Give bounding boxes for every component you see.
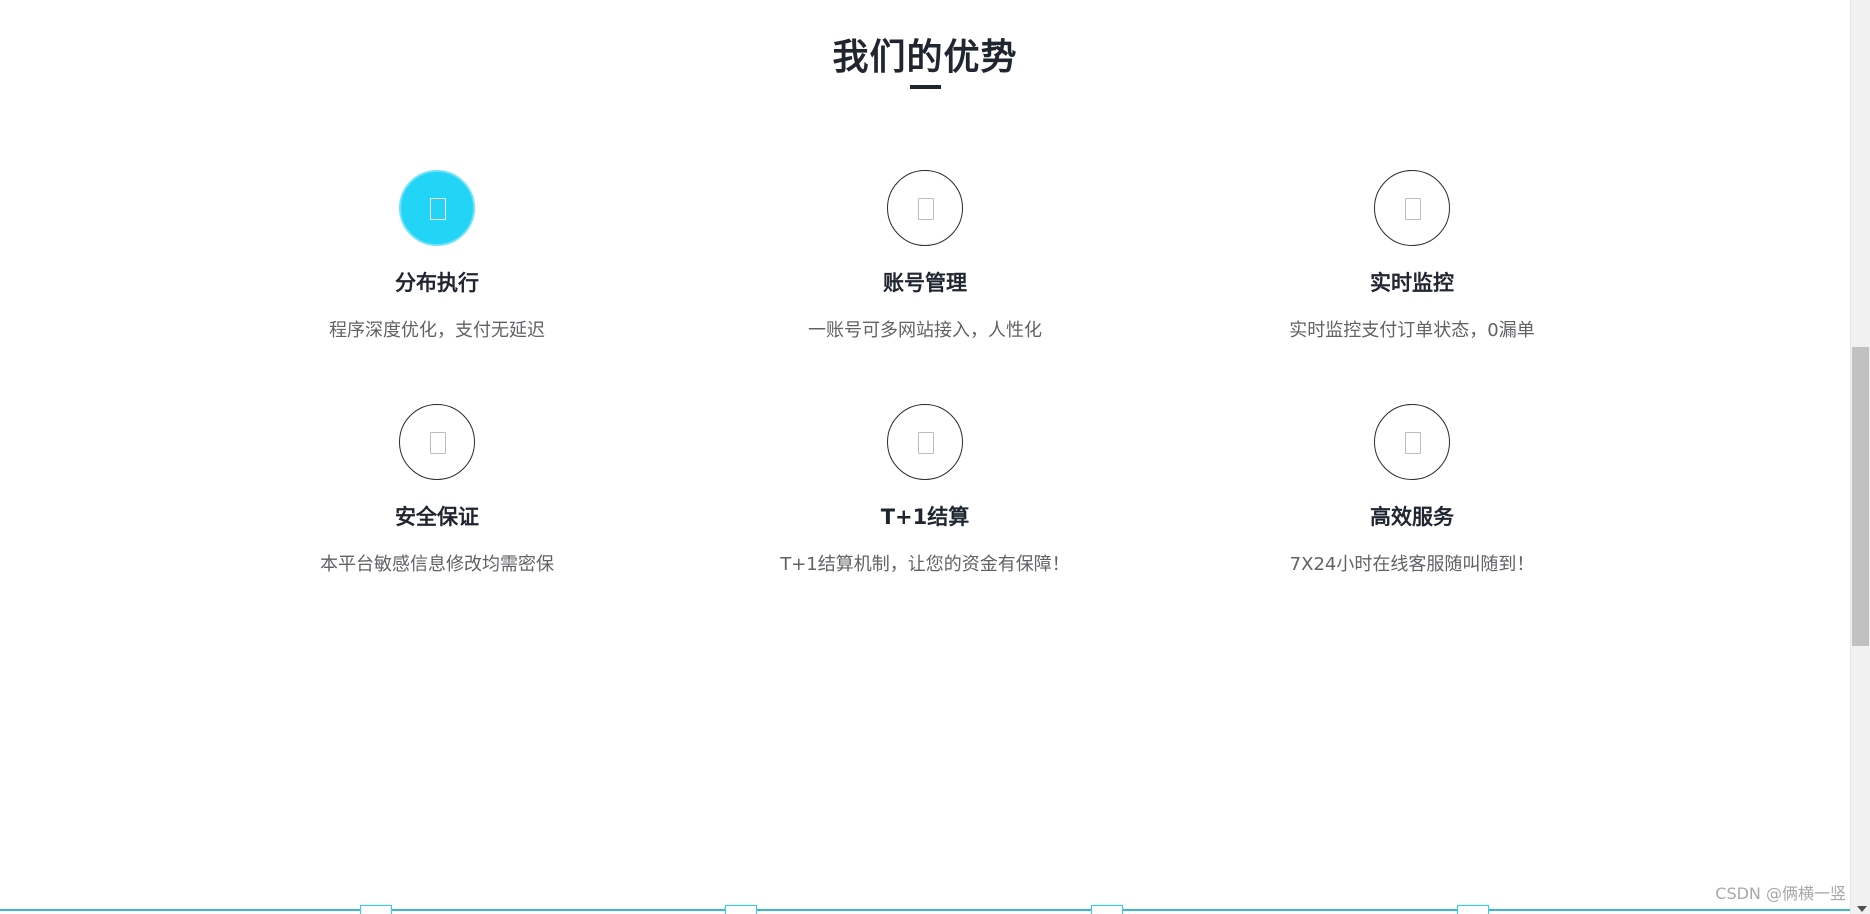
- feature-title: 分布执行: [395, 271, 479, 295]
- next-section-border: [0, 909, 1850, 911]
- feature-title: 高效服务: [1370, 505, 1454, 529]
- feature-description: 程序深度优化，支付无延迟: [329, 320, 545, 341]
- title-underline: [910, 85, 941, 89]
- scroll-down-arrow-icon[interactable]: [1857, 906, 1867, 912]
- feature-icon-circle[interactable]: [399, 170, 475, 246]
- missing-glyph-icon: [918, 432, 934, 454]
- next-section-tab[interactable]: [360, 905, 392, 914]
- missing-glyph-icon: [430, 432, 446, 454]
- feature-title: 账号管理: [883, 271, 967, 295]
- next-section-tab[interactable]: [1457, 905, 1489, 914]
- missing-glyph-icon: [430, 198, 446, 220]
- scrollbar-thumb[interactable]: [1852, 347, 1869, 646]
- feature-icon-circle[interactable]: [399, 404, 475, 480]
- feature-icon-circle[interactable]: [1374, 404, 1450, 480]
- feature-description: 实时监控支付订单状态，0漏单: [1289, 320, 1535, 341]
- missing-glyph-icon: [1405, 432, 1421, 454]
- feature-icon-circle[interactable]: [1374, 170, 1450, 246]
- feature-title: 实时监控: [1370, 271, 1454, 295]
- feature-title: 安全保证: [395, 505, 479, 529]
- feature-icon-circle[interactable]: [887, 404, 963, 480]
- page-viewport: 我们的优势 分布执行 程序深度优化，支付无延迟 账号管理 一账号可多网站接入，人…: [0, 0, 1870, 914]
- feature-icon-circle[interactable]: [887, 170, 963, 246]
- missing-glyph-icon: [1405, 198, 1421, 220]
- watermark: CSDN @俩横一竖: [1715, 884, 1846, 903]
- feature-description: T+1结算机制，让您的资金有保障！: [780, 554, 1070, 575]
- feature-description: 本平台敏感信息修改均需密保: [320, 554, 554, 575]
- section-title: 我们的优势: [832, 37, 1018, 78]
- next-section-tab[interactable]: [1091, 905, 1123, 914]
- missing-glyph-icon: [918, 198, 934, 220]
- feature-description: 一账号可多网站接入，人性化: [808, 320, 1042, 341]
- feature-title: T+1结算: [880, 505, 970, 529]
- next-section-tab[interactable]: [725, 905, 757, 914]
- feature-description: 7X24小时在线客服随叫随到！: [1289, 554, 1535, 575]
